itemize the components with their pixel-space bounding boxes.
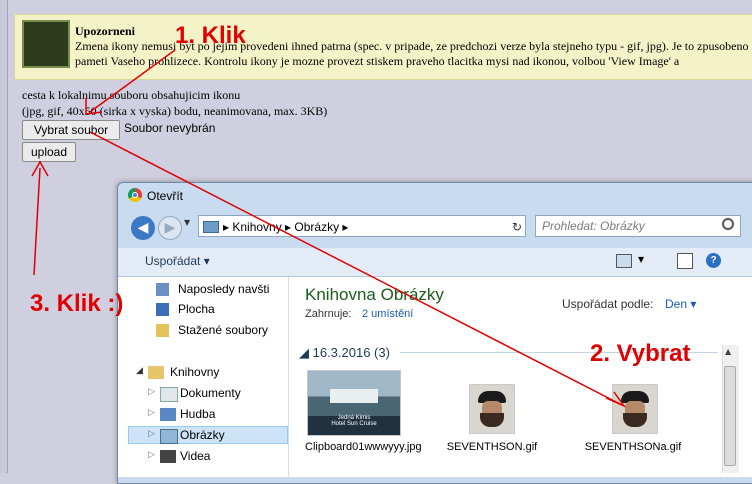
downloads-icon bbox=[156, 324, 169, 337]
organize-menu[interactable]: Uspořádat ▾ bbox=[145, 254, 210, 268]
desktop-icon bbox=[156, 303, 169, 316]
nav-item-label: Naposledy navšti bbox=[178, 282, 270, 296]
address-path[interactable]: ▸ Knihovny ▸ Obrázky ▸ bbox=[223, 216, 348, 238]
annotation-step2: 2. Vybrat bbox=[590, 340, 691, 367]
view-dropdown-icon[interactable]: ▼ bbox=[638, 255, 644, 264]
nav-item-label: Plocha bbox=[178, 302, 215, 316]
moustache-image bbox=[480, 413, 504, 427]
file-thumbnail-clipboard[interactable]: Jedná Kimis Hotel Sun Cruise bbox=[307, 370, 401, 436]
form-format-hint: (jpg, gif, 40x50 (sirka x vyska) bodu, n… bbox=[22, 104, 328, 118]
file-name[interactable]: Clipboard01wwwyyy.jpg bbox=[305, 440, 422, 454]
includes-locations-link[interactable]: 2 umístění bbox=[362, 308, 413, 320]
nav-item-label: Dokumenty bbox=[180, 386, 241, 400]
videos-icon bbox=[160, 450, 176, 463]
annotation-step1: 1. Klik bbox=[175, 22, 246, 49]
scrollbar-thumb[interactable] bbox=[724, 366, 736, 466]
arrange-by-dropdown[interactable]: Den ▾ bbox=[665, 297, 696, 311]
back-arrow-icon[interactable]: ◀ bbox=[131, 216, 155, 240]
ship-image bbox=[330, 389, 378, 403]
annotation-arrowhead-3 bbox=[31, 160, 49, 177]
refresh-icon[interactable]: ↻ bbox=[512, 220, 522, 234]
date-group-header[interactable]: ◢ 16.3.2016 (3) bbox=[299, 345, 390, 361]
search-input[interactable]: Prohledat: Obrázky bbox=[535, 215, 741, 237]
recent-icon bbox=[156, 283, 169, 296]
expand-arrow-icon[interactable]: ▷ bbox=[148, 428, 155, 439]
expand-arrow-icon[interactable]: ◢ bbox=[136, 365, 143, 376]
documents-icon bbox=[160, 387, 178, 402]
library-folder-icon bbox=[203, 221, 219, 233]
file-thumbnail-seventhsona[interactable] bbox=[612, 384, 658, 434]
browse-file-button[interactable]: Vybrat soubor bbox=[22, 120, 120, 140]
preview-pane-icon[interactable] bbox=[677, 253, 693, 269]
includes-label: Zahrnuje: bbox=[305, 308, 352, 320]
forward-arrow-icon[interactable]: ▶ bbox=[158, 216, 182, 240]
help-icon[interactable]: ? bbox=[706, 253, 721, 268]
dialog-toolbar bbox=[118, 248, 752, 277]
nav-item-label: Obrázky bbox=[180, 428, 225, 442]
left-frame bbox=[0, 0, 8, 473]
annotation-step3: 3. Klik :) bbox=[30, 290, 124, 317]
file-thumbnail-seventhson[interactable] bbox=[469, 384, 515, 434]
change-view-icon[interactable] bbox=[616, 254, 632, 268]
nav-item-label: Hudba bbox=[180, 407, 216, 421]
arrange-by-label: Uspořádat podle: bbox=[562, 297, 654, 311]
library-title: Knihovna Obrázky bbox=[305, 285, 444, 304]
scroll-up-icon[interactable]: ▲ bbox=[725, 347, 731, 356]
moustache-image bbox=[623, 413, 647, 427]
file-name[interactable]: SEVENTHSONa.gif bbox=[580, 440, 686, 454]
chrome-icon bbox=[128, 188, 142, 202]
notice-title: Upozorneni bbox=[75, 24, 135, 38]
nav-item-label: Stažené soubory bbox=[178, 323, 269, 337]
nav-item-label: Videa bbox=[180, 449, 211, 463]
expand-arrow-icon[interactable]: ▷ bbox=[148, 407, 155, 418]
dialog-title: Otevřít bbox=[147, 189, 184, 203]
annotation-arrow-3 bbox=[33, 167, 41, 276]
pictures-icon bbox=[160, 429, 178, 444]
expand-arrow-icon[interactable]: ▷ bbox=[148, 386, 155, 397]
form-path-label: cesta k lokalnimu souboru obsahujicim ik… bbox=[22, 88, 241, 102]
quake-logo-icon bbox=[22, 20, 70, 68]
thumbnail-caption: Jedná Kimis Hotel Sun Cruise bbox=[331, 415, 377, 427]
recent-locations-dropdown-icon[interactable]: ▼ bbox=[184, 218, 190, 227]
expand-arrow-icon[interactable]: ▷ bbox=[148, 449, 155, 460]
no-file-label: Soubor nevybrán bbox=[124, 121, 216, 135]
address-path-text: ▸ Knihovny ▸ Obrázky ▸ bbox=[223, 220, 349, 234]
search-icon[interactable] bbox=[722, 218, 734, 230]
upload-button[interactable]: upload bbox=[22, 142, 76, 162]
nav-item-label: Knihovny bbox=[170, 365, 220, 379]
file-name[interactable]: SEVENTHSON.gif bbox=[440, 440, 544, 454]
address-bar[interactable]: ▸ Knihovny ▸ Obrázky ▸ bbox=[198, 215, 526, 237]
music-icon bbox=[160, 408, 176, 421]
libraries-icon bbox=[148, 366, 164, 379]
